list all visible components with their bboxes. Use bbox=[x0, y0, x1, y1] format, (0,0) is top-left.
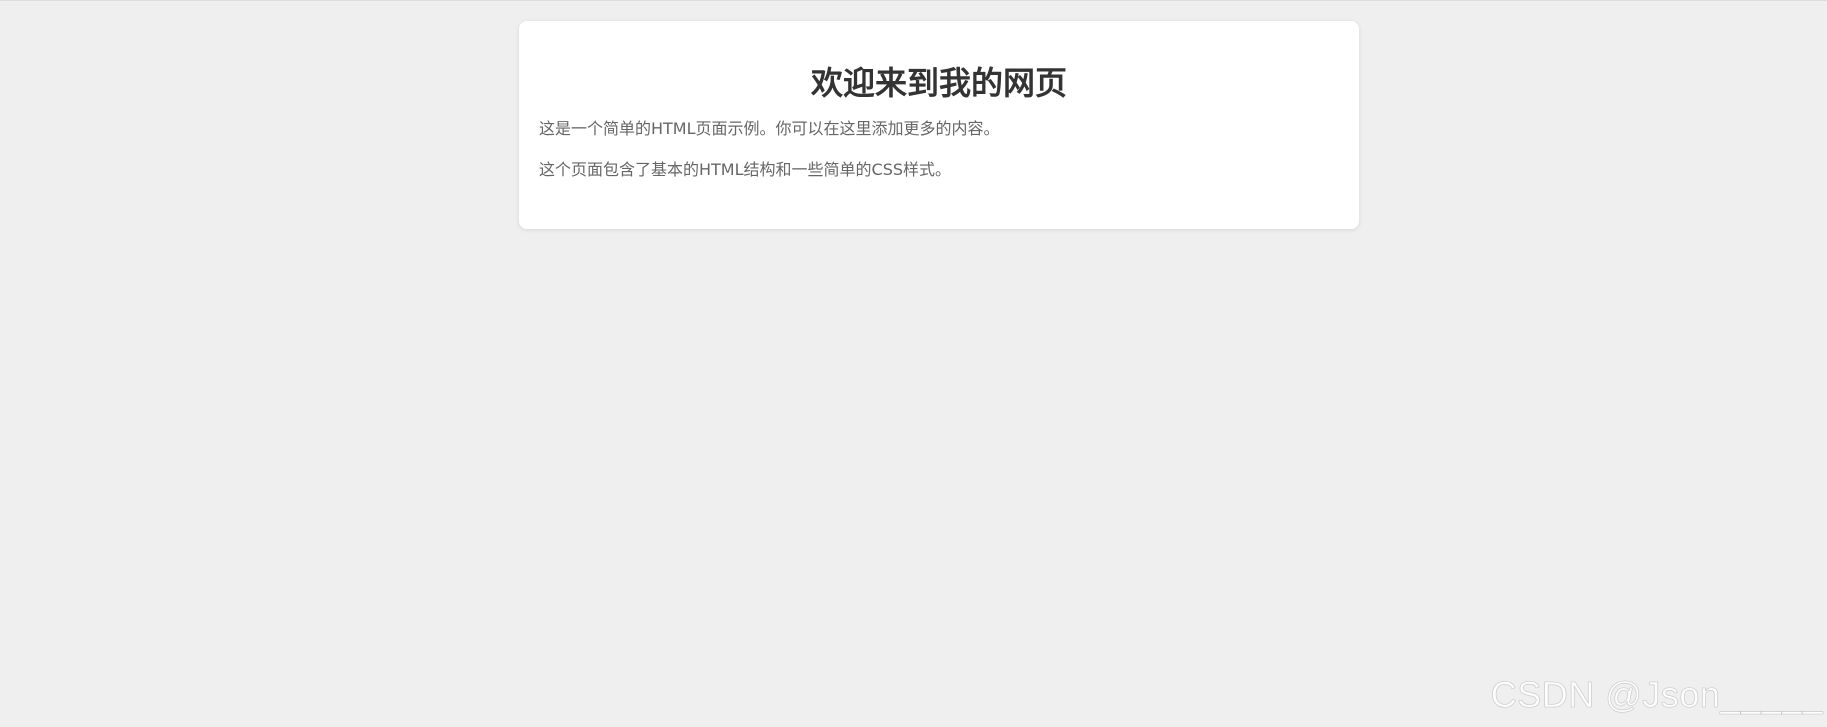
page-title: 欢迎来到我的网页 bbox=[810, 64, 1067, 102]
top-divider bbox=[0, 0, 1827, 1]
content-card: 欢迎来到我的网页 这是一个简单的HTML页面示例。你可以在这里添加更多的内容。 … bbox=[519, 21, 1359, 229]
csdn-watermark: CSDN @Json_____ bbox=[1490, 674, 1823, 716]
paragraph-intro: 这是一个简单的HTML页面示例。你可以在这里添加更多的内容。 bbox=[539, 119, 1000, 138]
paragraph-structure: 这个页面包含了基本的HTML结构和一些简单的CSS样式。 bbox=[539, 160, 952, 179]
